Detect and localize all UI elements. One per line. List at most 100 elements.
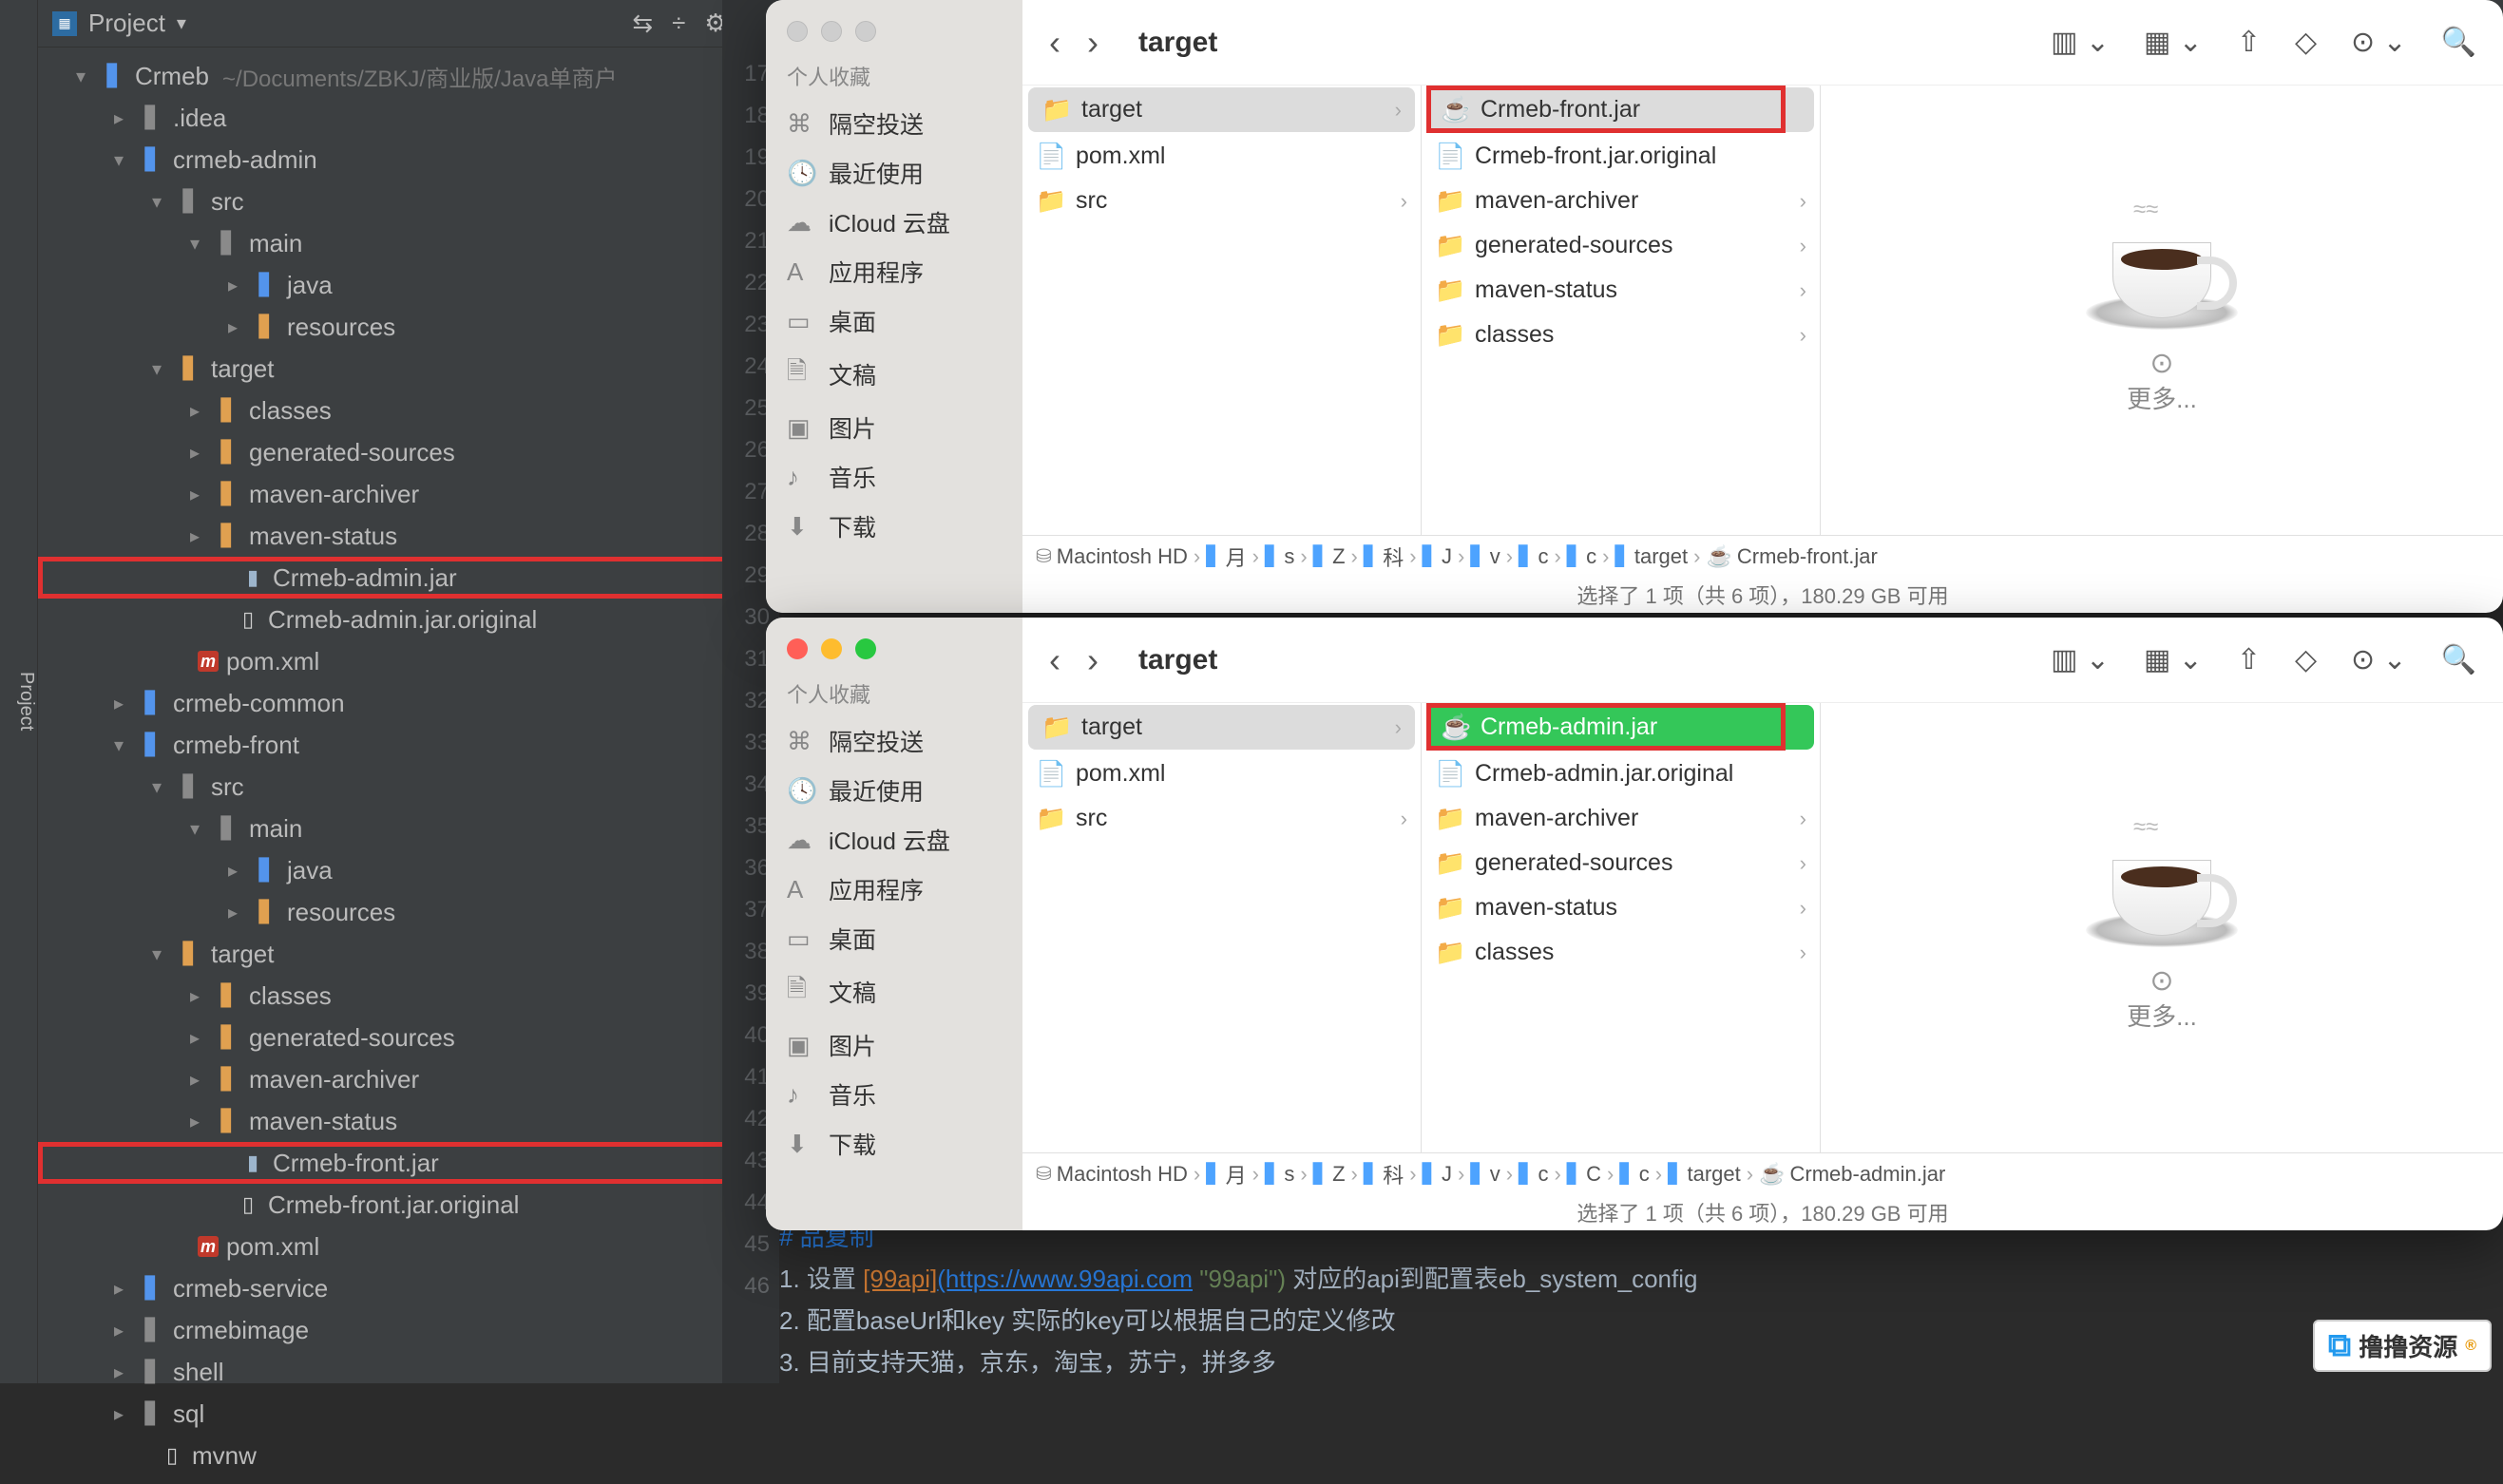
- sidebar-item[interactable]: ☁iCloud 云盘: [766, 815, 1022, 865]
- share-icon[interactable]: ⇧: [2237, 26, 2261, 59]
- tree-item[interactable]: ▸▋maven-status: [38, 515, 760, 557]
- sidebar-item[interactable]: 🗎文稿: [766, 346, 1022, 403]
- tree-item[interactable]: ▾▋main: [38, 808, 760, 849]
- path-segment[interactable]: ▋科: [1364, 1159, 1404, 1189]
- project-dropdown-icon[interactable]: ▾: [177, 11, 186, 35]
- sidebar-item[interactable]: 🕓最近使用: [766, 766, 1022, 815]
- tree-item[interactable]: ▾▋target: [38, 933, 760, 975]
- editor-content[interactable]: # 品复制 1. 设置 [99api](https://www.99api.co…: [779, 1216, 1697, 1383]
- view-columns-icon[interactable]: ▥ ⌄: [2051, 26, 2110, 59]
- path-segment[interactable]: ▋Z: [1313, 1162, 1346, 1187]
- sidebar-item[interactable]: ▣图片: [766, 403, 1022, 452]
- sidebar-item[interactable]: A应用程序: [766, 865, 1022, 914]
- tree-item[interactable]: ▸▋maven-archiver: [38, 1058, 760, 1100]
- tree-item[interactable]: ▸▋maven-status: [38, 1100, 760, 1142]
- sidebar-item[interactable]: 🕓最近使用: [766, 148, 1022, 198]
- path-segment[interactable]: ▋s: [1265, 1162, 1294, 1187]
- tree-item[interactable]: ▸▋java: [38, 849, 760, 891]
- sidebar-item[interactable]: A应用程序: [766, 247, 1022, 296]
- finder-item[interactable]: 📄Crmeb-front.jar.original: [1422, 134, 1820, 179]
- finder-column-1-top[interactable]: 📁target›📄pom.xml📁src›: [1022, 86, 1422, 535]
- window-controls-top[interactable]: [787, 21, 876, 42]
- finder-item[interactable]: 📁classes›: [1422, 930, 1820, 975]
- sidebar-item[interactable]: ▭桌面: [766, 914, 1022, 963]
- path-segment[interactable]: ▋c: [1619, 1162, 1649, 1187]
- finder-window-top[interactable]: 个人收藏 ⌘隔空投送🕓最近使用☁iCloud 云盘A应用程序▭桌面🗎文稿▣图片♪…: [766, 0, 2503, 613]
- finder-item[interactable]: 📁maven-archiver›: [1422, 796, 1820, 841]
- window-controls-bottom[interactable]: [787, 638, 876, 659]
- sidebar-item[interactable]: 🗎文稿: [766, 963, 1022, 1020]
- tree-item[interactable]: ▾▋crmeb-admin: [38, 139, 760, 181]
- path-segment[interactable]: ⛁Macintosh HD: [1036, 544, 1188, 569]
- path-segment[interactable]: ▋C: [1567, 1162, 1601, 1187]
- finder-item[interactable]: ☕Crmeb-front.jar: [1427, 87, 1814, 132]
- tree-item[interactable]: ▸▋.idea: [38, 97, 760, 139]
- path-segment[interactable]: ▋月: [1206, 542, 1246, 572]
- finder-item[interactable]: 📁generated-sources›: [1422, 841, 1820, 885]
- tree-item[interactable]: ▾▋src: [38, 181, 760, 222]
- view-columns-icon[interactable]: ▥ ⌄: [2051, 643, 2110, 676]
- finder-item[interactable]: 📁generated-sources›: [1422, 223, 1820, 268]
- tree-item[interactable]: ▾▋Crmeb~/Documents/ZBKJ/商业版/Java单商户: [38, 55, 760, 97]
- tree-item[interactable]: ▯Crmeb-front.jar.original: [38, 1184, 760, 1226]
- finder-column-2-bottom[interactable]: ☕Crmeb-admin.jar📄Crmeb-admin.jar.origina…: [1422, 703, 1821, 1152]
- finder-item[interactable]: ☕Crmeb-admin.jar: [1427, 705, 1814, 750]
- tree-item[interactable]: ▸▋maven-archiver: [38, 473, 760, 515]
- path-segment[interactable]: ▋c: [1519, 544, 1548, 569]
- tree-item[interactable]: ▸▋classes: [38, 390, 760, 431]
- finder-pathbar-top[interactable]: ⛁Macintosh HD›▋月›▋s›▋Z›▋科›▋J›▋v›▋c›▋c›▋t…: [1022, 535, 2503, 577]
- finder-item[interactable]: 📁target›: [1028, 705, 1415, 750]
- divide-icon[interactable]: ÷: [672, 9, 685, 38]
- more-icon[interactable]: ⊙ ⌄: [2351, 643, 2407, 676]
- tree-item[interactable]: mpom.xml: [38, 1226, 760, 1267]
- view-grid-icon[interactable]: ▦ ⌄: [2144, 643, 2203, 676]
- collapse-icon[interactable]: ⇆: [632, 9, 653, 38]
- ide-sidetab-project[interactable]: Project: [0, 0, 38, 1383]
- finder-item[interactable]: 📁maven-archiver›: [1422, 179, 1820, 223]
- back-button[interactable]: ‹: [1049, 640, 1060, 680]
- path-segment[interactable]: ☕Crmeb-admin.jar: [1759, 1162, 1945, 1187]
- sidebar-item[interactable]: ♪音乐: [766, 452, 1022, 502]
- share-icon[interactable]: ⇧: [2237, 643, 2261, 676]
- sidebar-item[interactable]: ⬇下载: [766, 502, 1022, 551]
- back-button[interactable]: ‹: [1049, 23, 1060, 63]
- tree-item[interactable]: ▮Crmeb-admin.jar: [38, 557, 760, 599]
- sidebar-item[interactable]: ▣图片: [766, 1020, 1022, 1070]
- tree-item[interactable]: ▾▋crmeb-front: [38, 724, 760, 766]
- tree-item[interactable]: ▸▋resources: [38, 891, 760, 933]
- search-icon[interactable]: 🔍: [2441, 26, 2476, 59]
- tree-item[interactable]: ▸▋java: [38, 264, 760, 306]
- finder-item[interactable]: 📄Crmeb-admin.jar.original: [1422, 752, 1820, 796]
- tag-icon[interactable]: ◇: [2295, 643, 2317, 676]
- path-segment[interactable]: ▋J: [1423, 1162, 1452, 1187]
- finder-item[interactable]: 📁maven-status›: [1422, 268, 1820, 313]
- more-icon[interactable]: ⊙ ⌄: [2351, 26, 2407, 59]
- finder-column-2-top[interactable]: ☕Crmeb-front.jar📄Crmeb-front.jar.origina…: [1422, 86, 1821, 535]
- sidebar-item[interactable]: ♪音乐: [766, 1070, 1022, 1119]
- path-segment[interactable]: ▋科: [1364, 542, 1404, 572]
- path-segment[interactable]: ▋c: [1519, 1162, 1548, 1187]
- path-segment[interactable]: ☕Crmeb-front.jar: [1706, 544, 1877, 569]
- forward-button[interactable]: ›: [1087, 23, 1099, 63]
- tree-item[interactable]: ▸▋crmeb-common: [38, 682, 760, 724]
- finder-item[interactable]: 📁src›: [1022, 179, 1421, 223]
- search-icon[interactable]: 🔍: [2441, 643, 2476, 676]
- forward-button[interactable]: ›: [1087, 640, 1099, 680]
- tree-item[interactable]: ▯Crmeb-admin.jar.original: [38, 599, 760, 640]
- tree-item[interactable]: ▾▋src: [38, 766, 760, 808]
- tree-item[interactable]: ▸▋resources: [38, 306, 760, 348]
- tree-item[interactable]: ▸▋shell: [38, 1351, 760, 1393]
- finder-item[interactable]: 📄pom.xml: [1022, 752, 1421, 796]
- sidebar-item[interactable]: ⬇下载: [766, 1119, 1022, 1169]
- tree-item[interactable]: ▸▋classes: [38, 975, 760, 1017]
- tree-item[interactable]: ▸▋generated-sources: [38, 431, 760, 473]
- tree-item[interactable]: mpom.xml: [38, 640, 760, 682]
- path-segment[interactable]: ▋target: [1615, 544, 1688, 569]
- tree-item[interactable]: ▾▋main: [38, 222, 760, 264]
- tag-icon[interactable]: ◇: [2295, 26, 2317, 59]
- tree-item[interactable]: ▸▋sql: [38, 1393, 760, 1435]
- project-tree[interactable]: ▾▋Crmeb~/Documents/ZBKJ/商业版/Java单商户▸▋.id…: [38, 48, 760, 1484]
- finder-item[interactable]: 📁classes›: [1422, 313, 1820, 357]
- path-segment[interactable]: ⛁Macintosh HD: [1036, 1162, 1188, 1187]
- sidebar-item[interactable]: ☁iCloud 云盘: [766, 198, 1022, 247]
